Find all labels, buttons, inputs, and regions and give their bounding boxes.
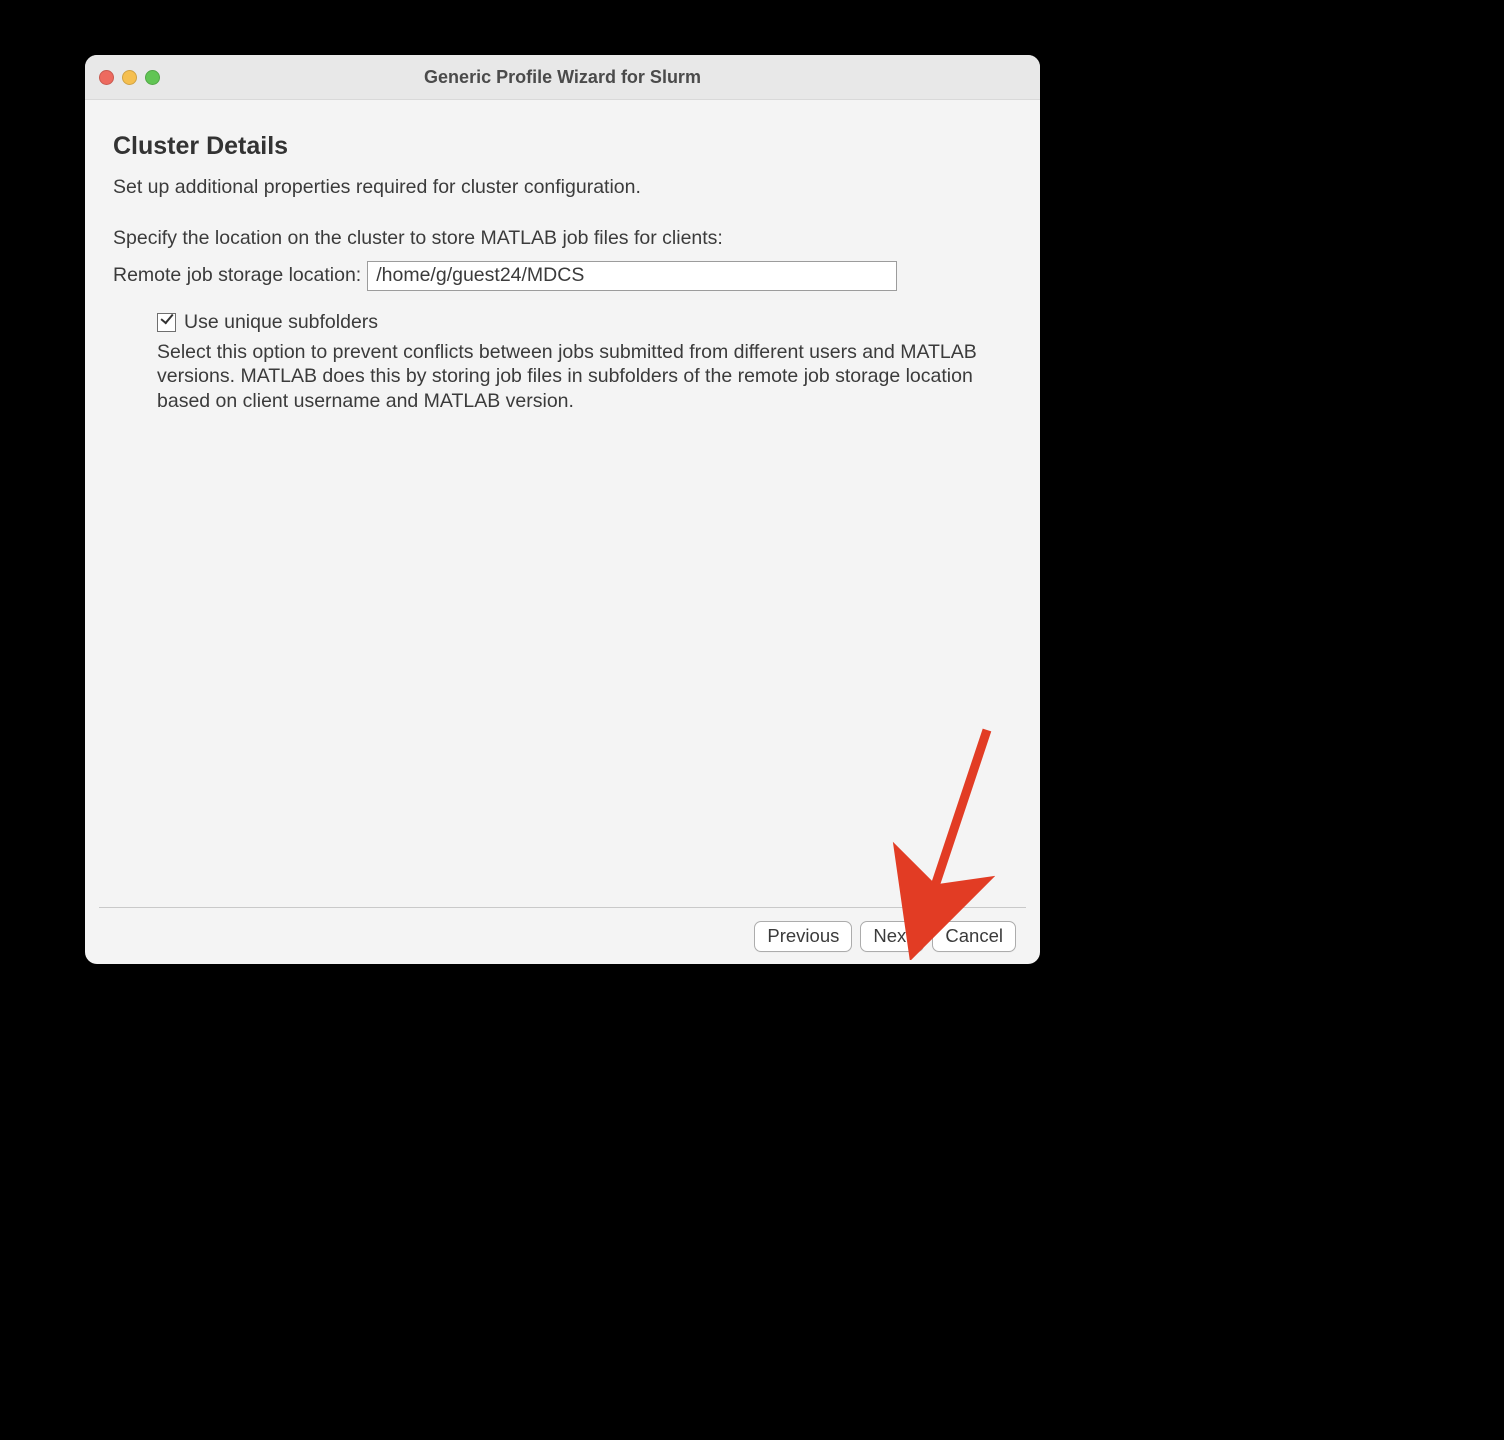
unique-subfolders-label: Use unique subfolders [184,311,378,334]
footer: Previous Next Cancel [85,908,1040,964]
cancel-button[interactable]: Cancel [932,921,1016,952]
unique-subfolders-description: Select this option to prevent conflicts … [157,340,977,413]
minimize-icon[interactable] [122,70,137,85]
remote-job-storage-input[interactable] [367,261,897,291]
content-area: Cluster Details Set up additional proper… [85,100,1040,907]
previous-button[interactable]: Previous [754,921,852,952]
location-label: Remote job storage location: [113,264,361,287]
window-title: Generic Profile Wizard for Slurm [85,67,1040,88]
intro-text: Set up additional properties required fo… [113,175,1012,200]
page-heading: Cluster Details [113,132,1012,161]
wizard-window: Generic Profile Wizard for Slurm Cluster… [85,55,1040,964]
unique-subfolders-row[interactable]: Use unique subfolders [157,311,1012,334]
location-field-row: Remote job storage location: [113,261,1012,291]
unique-subfolders-checkbox[interactable] [157,313,176,332]
location-prompt: Specify the location on the cluster to s… [113,226,1012,251]
titlebar: Generic Profile Wizard for Slurm [85,55,1040,100]
next-button[interactable]: Next [860,921,924,952]
zoom-icon[interactable] [145,70,160,85]
close-icon[interactable] [99,70,114,85]
traffic-lights [99,70,160,85]
